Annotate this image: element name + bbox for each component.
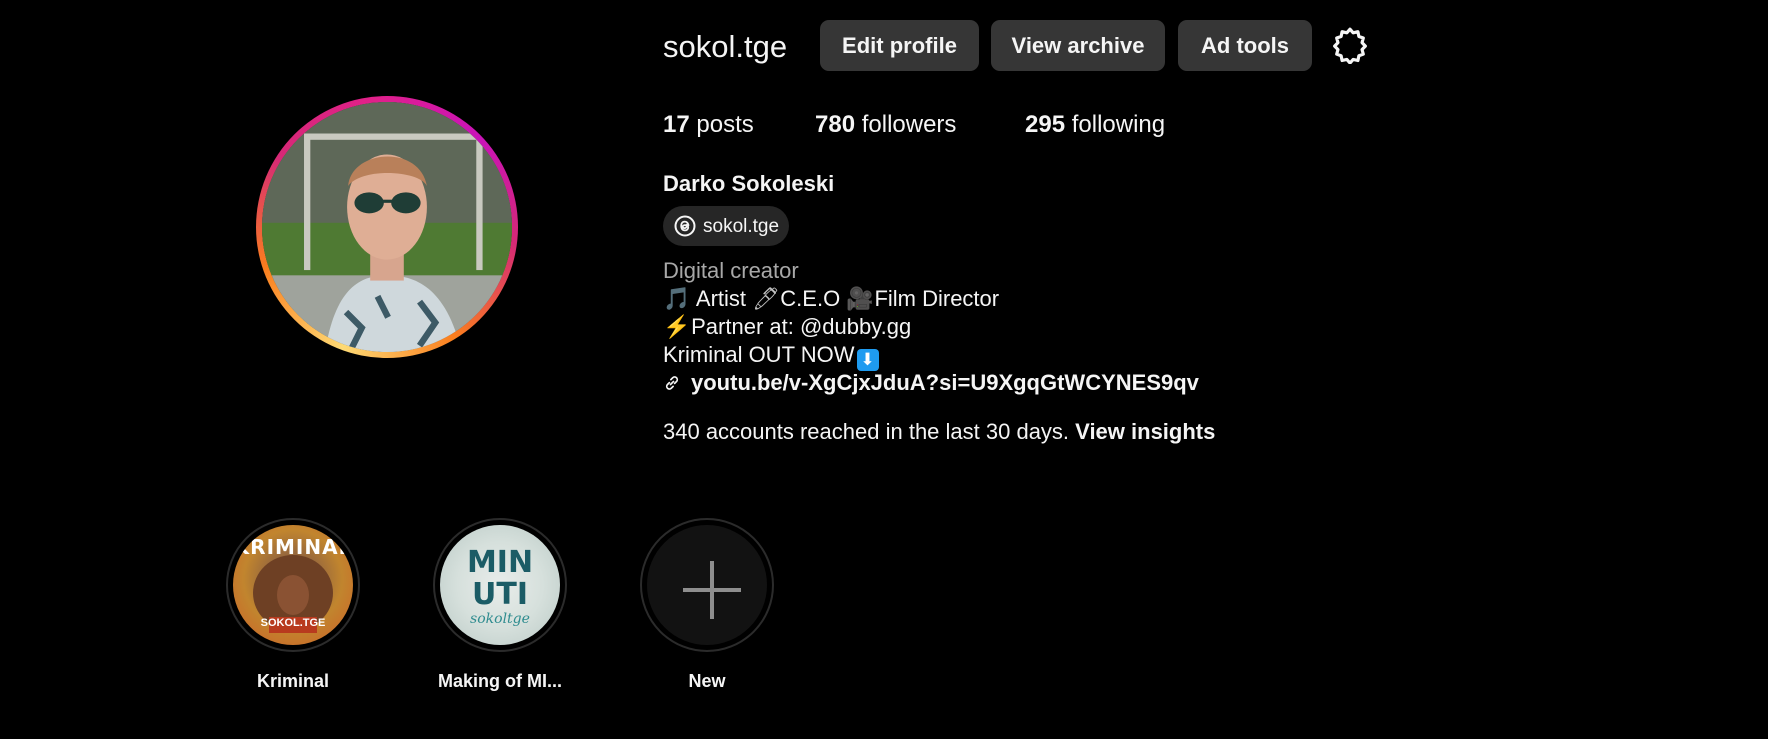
profile-avatar[interactable] [256,96,518,358]
edit-profile-button[interactable]: Edit profile [820,20,979,71]
profile-category: Digital creator [663,258,799,283]
insights-text: 340 accounts reached in the last 30 days… [663,419,1070,444]
highlight-new-bg [647,525,767,645]
threads-icon [674,215,696,237]
insights-summary: 340 accounts reached in the last 30 days… [663,418,1215,446]
profile-username: sokol.tge [663,29,788,64]
view-archive-button[interactable]: View archive [991,20,1165,71]
followers-label: followers [861,111,957,138]
bio-ceo: C.E.O [780,286,841,311]
posts-label: posts [696,111,754,138]
highlight-kriminal[interactable]: KRIMINAL SOKOL.TGE [226,518,360,652]
following-count: 295 [1025,111,1066,138]
following-stat[interactable]: 295 following [1025,110,1165,140]
lightning-icon: ⚡ [663,314,691,339]
highlight-label-making-of: Making of MI... [438,671,562,691]
bio-line-2: ⚡ Partner at: @dubby.gg [663,313,911,341]
kriminal-cover-sub: SOKOL.TGE [260,617,326,629]
highlight-cover-kriminal: KRIMINAL SOKOL.TGE [233,525,353,645]
view-insights-link[interactable]: View insights [1075,419,1215,444]
following-label: following [1071,111,1166,138]
plus-icon [683,561,741,619]
profile-full-name: Darko Sokoleski [663,171,835,196]
down-arrow-icon: ⬇ [856,349,879,371]
pen-icon: 🖊 [752,286,781,311]
link-icon [665,376,679,390]
highlight-new[interactable] [640,518,774,652]
avatar-illustration [262,102,512,352]
posts-count: 17 [663,111,690,138]
bio-artist: Artist [695,286,747,311]
avatar-photo [262,102,512,352]
bio-link-text[interactable]: youtu.be/v-XgCjxJduA?si=U9XgqGtWCYNES9qv [691,369,1199,397]
threads-handle: sokol.tge [703,216,780,237]
bio-kriminal: Kriminal OUT NOW [663,342,855,367]
movie-camera-icon: 🎥 [846,286,874,311]
gear-icon[interactable] [1331,26,1369,64]
bio-line-3: Kriminal OUT NOW ⬇ [663,341,879,371]
bio-film-director: Film Director [874,286,1000,311]
highlight-label-new: New [688,671,726,691]
highlight-cover-making-of: MIN UTI sokoltge [440,525,560,645]
bio-line-1: 🎵 Artist 🖊 C.E.O 🎥 Film Director [663,285,999,313]
followers-count: 780 [815,111,856,138]
bio-partner: Partner at: @dubby.gg [691,314,912,339]
followers-stat[interactable]: 780 followers [815,110,956,140]
minuti-cover-sub: sokoltge [470,611,530,627]
music-note-icon: 🎵 [663,286,691,311]
threads-badge[interactable]: sokol.tge [663,206,789,246]
posts-stat: 17 posts [663,110,754,140]
ad-tools-button[interactable]: Ad tools [1178,20,1312,71]
highlight-label-kriminal: Kriminal [256,671,330,691]
highlight-making-of[interactable]: MIN UTI sokoltge [433,518,567,652]
kriminal-cover-title: KRIMINAL [233,535,353,559]
minuti-cover-title: MIN UTI [466,545,534,612]
